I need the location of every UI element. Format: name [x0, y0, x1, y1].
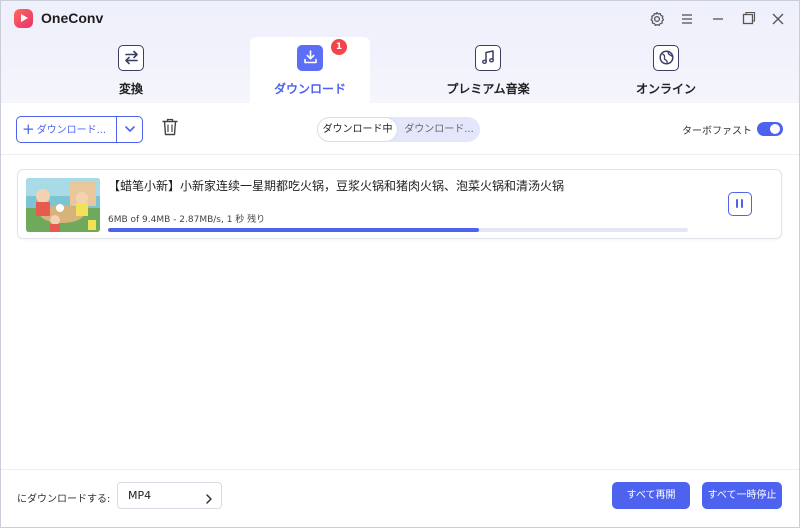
tab-online[interactable]: オンライン	[606, 37, 726, 103]
menu-icon[interactable]	[677, 9, 697, 29]
trash-icon[interactable]	[161, 117, 179, 137]
download-progress-text: 6MB of 9.4MB - 2.87MB/s, 1 秒 残り	[108, 215, 266, 225]
tab-premium-music[interactable]: プレミアム音楽	[428, 37, 548, 103]
tab-premium-music-label: プレミアム音楽	[446, 82, 530, 96]
turbo-fast-toggle[interactable]	[757, 122, 783, 136]
app-title: OneConv	[41, 10, 104, 26]
video-thumbnail	[26, 178, 100, 232]
music-note-icon	[475, 45, 501, 71]
add-download-label: ダウンロード...	[36, 125, 107, 136]
app-logo-icon	[14, 9, 33, 28]
resume-all-button[interactable]: すべて再開	[612, 482, 690, 509]
segment-downloading[interactable]: ダウンロード中	[318, 118, 397, 141]
download-icon	[297, 45, 323, 71]
close-icon[interactable]	[768, 9, 788, 29]
turbo-fast-label: ターボファスト	[682, 126, 752, 137]
download-to-label: にダウンロードする:	[17, 494, 111, 505]
gear-icon[interactable]	[647, 9, 667, 29]
pause-button[interactable]	[728, 192, 752, 216]
segment-downloaded[interactable]: ダウンロード...	[399, 118, 479, 141]
chevron-right-icon	[204, 490, 214, 504]
title-bar: OneConv	[1, 1, 799, 37]
chevron-down-icon[interactable]	[117, 117, 143, 142]
output-format-value: MP4	[128, 489, 152, 502]
tab-download-label: ダウンロード	[273, 82, 346, 96]
tab-download[interactable]: 1 ダウンロード	[250, 37, 370, 103]
globe-icon	[653, 45, 679, 71]
download-progress-fill	[108, 228, 480, 232]
pause-all-button[interactable]: すべて一時停止	[702, 482, 782, 509]
tab-convert-label: 変換	[118, 82, 143, 96]
maximize-icon[interactable]	[738, 9, 758, 29]
convert-icon	[118, 45, 144, 71]
download-progress-bar	[108, 228, 688, 232]
app-window: OneConv 変換 1 ダウンロード プレミアム音楽 オンライン + ダウンロ…	[0, 0, 800, 528]
output-format-select[interactable]: MP4	[117, 482, 222, 509]
add-download-main[interactable]: + ダウンロード...	[17, 117, 116, 142]
download-item-title: 【蜡笔小新】小新家连续一星期都吃火锅，豆浆火锅和猪肉火锅、泡菜火锅和清汤火锅	[108, 179, 565, 193]
notification-badge: 1	[331, 39, 347, 55]
tab-convert[interactable]: 変換	[71, 37, 191, 103]
add-download-button[interactable]: + ダウンロード...	[16, 116, 143, 143]
minimize-icon[interactable]	[708, 9, 728, 29]
tab-online-label: オンライン	[635, 82, 696, 96]
download-status-segmented-control: ダウンロード中 ダウンロード...	[317, 117, 480, 142]
plus-icon: +	[22, 120, 35, 138]
